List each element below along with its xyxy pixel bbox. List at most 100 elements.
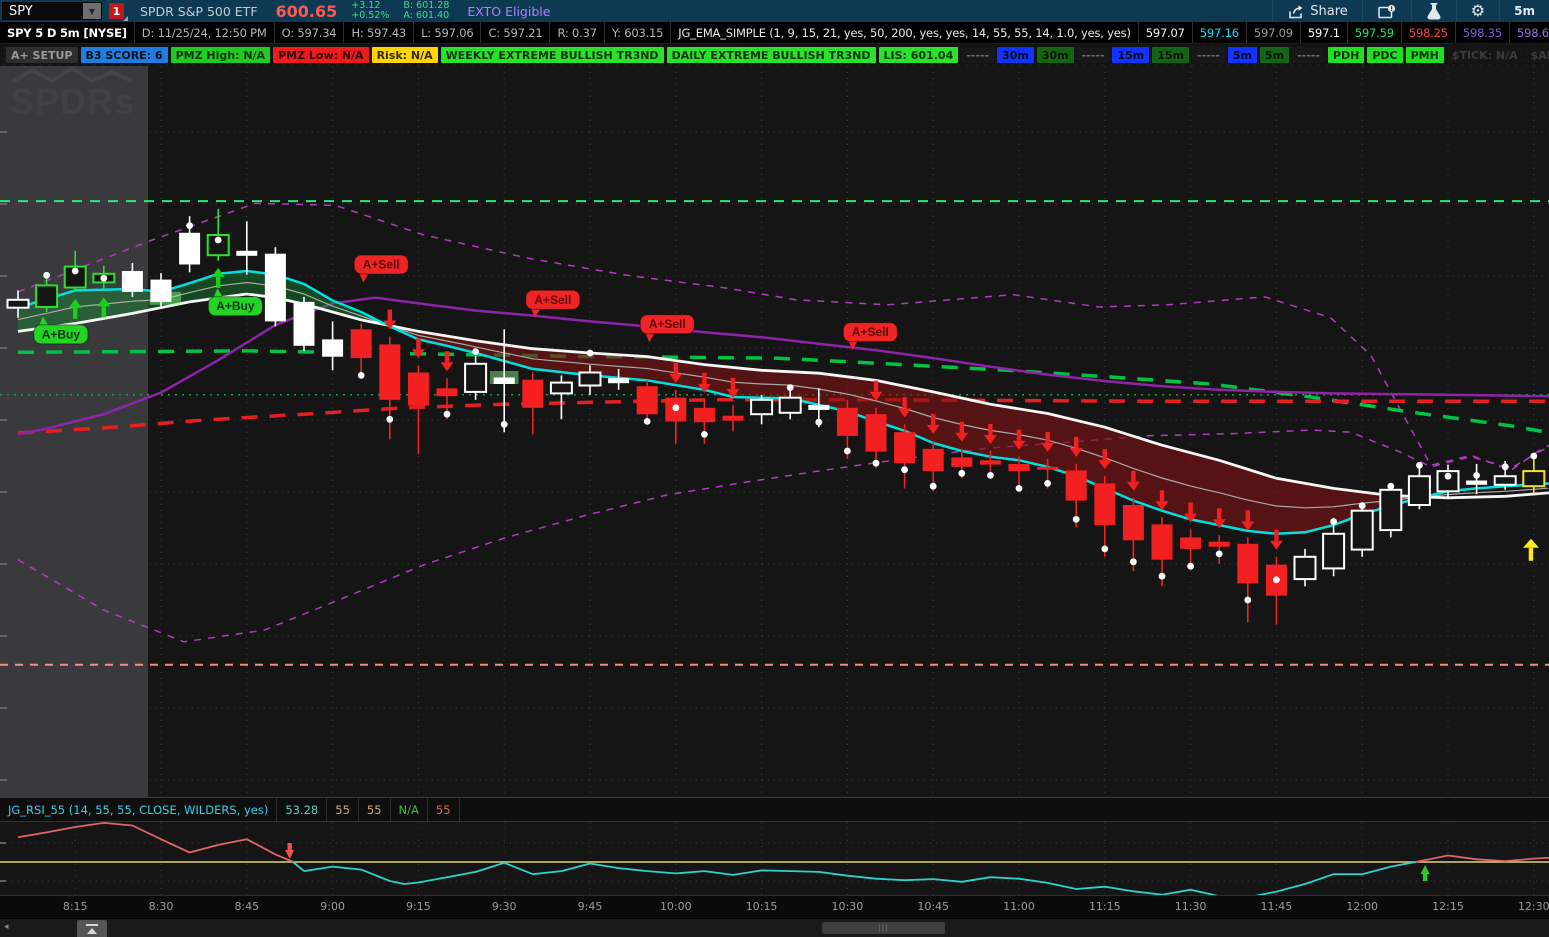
time-axis-label: 12:15: [1426, 900, 1470, 913]
time-axis-label: 11:30: [1169, 900, 1213, 913]
ohlc-cell: D: 11/25/24, 12:50 PM: [135, 22, 275, 43]
change-percent: +0.52%: [351, 11, 389, 21]
ohlc-cell: H: 597.43: [344, 22, 414, 43]
ohlc-cell: 598.65: [1510, 22, 1549, 43]
status-badge: LIS: 601.04: [879, 47, 959, 63]
tab-triangle-icon: [87, 928, 97, 934]
svg-text:A+Sell: A+Sell: [649, 317, 686, 331]
settings-button[interactable]: ⚙: [1457, 0, 1499, 22]
alert-flag-badge[interactable]: 1: [109, 3, 124, 19]
ohlc-cell: 597.16: [1193, 22, 1247, 43]
time-axis: 8:158:308:459:009:159:309:4510:0010:1510…: [0, 895, 1549, 918]
status-badge: A+ SETUP: [6, 47, 78, 63]
ohlc-cell: L: 597.06: [414, 22, 481, 43]
time-axis-label: 10:30: [825, 900, 869, 913]
rsi-line-segment: [18, 823, 293, 862]
ohlc-cell: C: 597.21: [481, 22, 550, 43]
status-badge: DAILY EXTREME BULLISH TR3ND: [667, 47, 876, 63]
status-badge: 15m: [1152, 47, 1189, 63]
share-button[interactable]: Share: [1273, 0, 1362, 22]
time-axis-label: 9:45: [568, 900, 612, 913]
top-toolbar: SPY ▼ 1 SPDR S&P 500 ETF 600.65 +3.12 +0…: [0, 0, 1549, 22]
scroll-top-tab-button[interactable]: [77, 920, 107, 937]
time-axis-label: 9:15: [396, 900, 440, 913]
rsi-pane[interactable]: [0, 822, 1549, 895]
status-badge: $ADSPD: N/A: [1526, 47, 1549, 63]
status-badge: WEEKLY EXTREME BULLISH TR3ND: [441, 47, 664, 63]
time-axis-label: 8:15: [53, 900, 97, 913]
a-plus-sell-label: A+Sell: [526, 290, 580, 318]
rsi-up-arrow: [1421, 865, 1430, 881]
main-chart-pane[interactable]: SPDRs A+Buy A+Buy A+Sell A+Sell A+Sell A…: [0, 66, 1549, 797]
time-axis-label: 11:15: [1083, 900, 1127, 913]
time-axis-label: 9:00: [311, 900, 355, 913]
status-badge: PDH: [1328, 47, 1364, 63]
toolbar-right-group: Share ⚙ 5m: [1272, 0, 1549, 22]
status-badge: -----: [961, 47, 994, 63]
svg-text:A+Buy: A+Buy: [42, 327, 81, 341]
status-badge: -----: [1192, 47, 1225, 63]
lab-flask-icon: [1426, 3, 1442, 20]
status-badge: B3 SCORE: 6: [81, 47, 168, 63]
ohlc-cell: JG_EMA_SIMPLE (1, 9, 15, 21, yes, 50, 20…: [671, 22, 1138, 43]
status-badge: PMH: [1406, 47, 1444, 63]
ohlc-cell: SPY 5 D 5m [NYSE]: [0, 22, 135, 43]
gear-icon: ⚙: [1471, 3, 1485, 19]
scroll-left-arrow-icon[interactable]: ◂: [4, 922, 9, 932]
svg-text:SPDRs: SPDRs: [10, 81, 135, 122]
instrument-name: SPDR S&P 500 ETF: [140, 4, 258, 19]
svg-text:A+Sell: A+Sell: [534, 293, 571, 307]
time-axis-label: 8:45: [225, 900, 269, 913]
ohlc-cell: Y: 603.15: [605, 22, 671, 43]
time-axis-label: 10:45: [911, 900, 955, 913]
rsi-header-cell: 55: [428, 798, 460, 821]
timeframe-selector[interactable]: 5m: [1500, 4, 1549, 18]
time-axis-label: 12:00: [1340, 900, 1384, 913]
rsi-header-cell: 55: [359, 798, 391, 821]
scrollbar-thumb[interactable]: |||: [822, 922, 945, 934]
status-badge: -----: [1292, 47, 1325, 63]
setup-status-bar: A+ SETUPB3 SCORE: 6PMZ High: N/APMZ Low:…: [0, 44, 1549, 66]
symbol-value: SPY: [9, 4, 33, 19]
analyze-button[interactable]: [1412, 0, 1456, 22]
rsi-line-segment: [1415, 855, 1549, 862]
rsi-header-cell: N/A: [391, 798, 428, 821]
ohlc-cell: 598.25: [1402, 22, 1456, 43]
ohlc-cell: 597.59: [1348, 22, 1402, 43]
report-button[interactable]: [1363, 0, 1411, 22]
status-badge: 30m: [997, 47, 1034, 63]
ask-value: A: 601.40: [403, 11, 449, 21]
rsi-study-header: JG_RSI_55 (14, 55, 55, CLOSE, WILDERS, y…: [0, 797, 1549, 822]
a-plus-sell-label: A+Sell: [354, 255, 408, 282]
a-plus-sell-label: A+Sell: [640, 315, 694, 343]
ohlc-cell: 597.07: [1139, 22, 1193, 43]
grid-layer: [0, 66, 1549, 797]
main-chart-svg[interactable]: SPDRs A+Buy A+Buy A+Sell A+Sell A+Sell A…: [0, 66, 1549, 797]
svg-text:A+Sell: A+Sell: [363, 257, 400, 271]
chevron-down-icon[interactable]: ▼: [83, 3, 101, 19]
status-badge: 5m: [1260, 47, 1289, 63]
rsi-header-cell: JG_RSI_55 (14, 55, 55, CLOSE, WILDERS, y…: [0, 798, 277, 821]
ohlc-cell: R: 0.37: [550, 22, 604, 43]
svg-text:A+Buy: A+Buy: [216, 299, 255, 313]
line-purple_dash_lower: [18, 430, 1549, 642]
ohlc-cell: 598.35: [1456, 22, 1510, 43]
time-axis-label: 12:30: [1512, 900, 1549, 913]
status-badge: PDC: [1367, 47, 1402, 63]
svg-text:A+Sell: A+Sell: [852, 325, 889, 339]
change-block: +3.12 +0.52%: [351, 1, 389, 21]
line-purple_solid: [18, 298, 1549, 435]
status-badge: PMZ High: N/A: [171, 47, 270, 63]
time-axis-label: 10:15: [740, 900, 784, 913]
share-icon: [1287, 3, 1304, 20]
a-plus-sell-label: A+Sell: [843, 323, 897, 351]
symbol-input[interactable]: SPY ▼: [2, 2, 102, 20]
time-axis-label: 11:00: [997, 900, 1041, 913]
rsi-chart-svg[interactable]: [0, 822, 1549, 895]
ohlc-cell: 597.1: [1301, 22, 1348, 43]
rsi-line-segment: [293, 862, 1415, 895]
rsi-down-arrow: [285, 843, 294, 859]
chart-scrollbar[interactable]: ◂ |||: [0, 918, 1549, 937]
time-axis-label: 8:30: [139, 900, 183, 913]
status-badge: Risk: N/A: [372, 47, 438, 63]
